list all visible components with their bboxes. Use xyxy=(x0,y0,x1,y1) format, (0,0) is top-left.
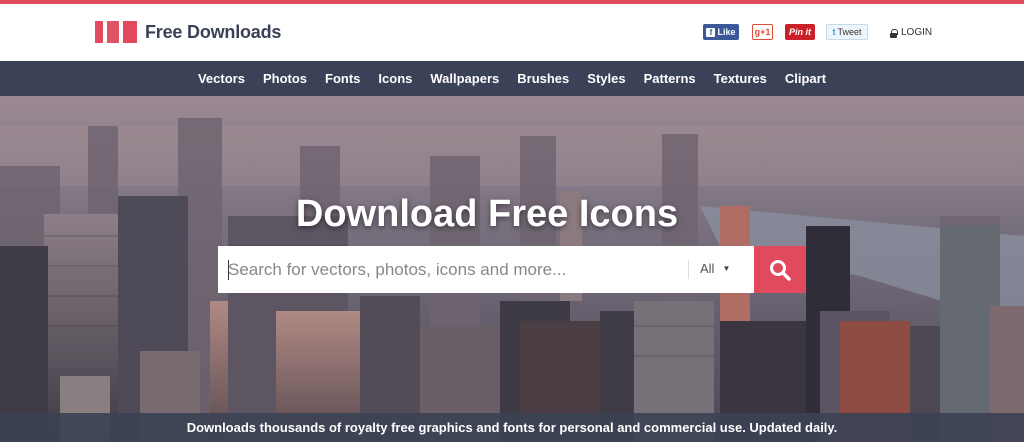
site-logo[interactable]: Free Downloads xyxy=(95,20,281,44)
nav-item-textures[interactable]: Textures xyxy=(705,71,776,86)
facebook-like-label: Like xyxy=(717,27,736,37)
tweet-label: Tweet xyxy=(837,27,862,37)
nav-item-styles[interactable]: Styles xyxy=(578,71,634,86)
nav-item-wallpapers[interactable]: Wallpapers xyxy=(421,71,508,86)
search-bar: All ▼ xyxy=(218,246,754,293)
nav-item-icons[interactable]: Icons xyxy=(369,71,421,86)
header: Free Downloads f Like g+1 Pin it t Tweet… xyxy=(0,4,1024,61)
facebook-like-button[interactable]: f Like xyxy=(703,24,739,40)
hero-banner: Download Free Icons All ▼ Downloads thou… xyxy=(0,96,1024,442)
nav-item-vectors[interactable]: Vectors xyxy=(189,71,254,86)
nav-item-fonts[interactable]: Fonts xyxy=(316,71,369,86)
google-plus-label: g+1 xyxy=(754,27,771,37)
login-link[interactable]: LOGIN xyxy=(890,27,932,38)
nav-item-photos[interactable]: Photos xyxy=(254,71,316,86)
pinterest-label: Pin it xyxy=(789,27,811,37)
tweet-button[interactable]: t Tweet xyxy=(826,24,868,40)
text-cursor xyxy=(228,260,229,280)
lock-icon xyxy=(890,28,898,38)
pinterest-button[interactable]: Pin it xyxy=(785,24,815,40)
category-select[interactable]: All ▼ xyxy=(700,261,730,276)
search-input[interactable] xyxy=(228,246,678,293)
search-divider xyxy=(688,260,689,279)
category-selected-value: All xyxy=(700,261,715,276)
twitter-icon: t xyxy=(832,27,836,37)
nav-item-clipart[interactable]: Clipart xyxy=(776,71,835,86)
login-label: LOGIN xyxy=(901,27,933,38)
chevron-down-icon: ▼ xyxy=(722,264,731,273)
google-plus-button[interactable]: g+1 xyxy=(752,24,773,40)
main-nav: Vectors Photos Fonts Icons Wallpapers Br… xyxy=(0,61,1024,96)
logo-icon xyxy=(95,21,137,43)
facebook-icon: f xyxy=(706,27,716,37)
search-icon xyxy=(770,259,791,281)
brand-name: Free Downloads xyxy=(145,21,282,42)
hero-title: Download Free Icons xyxy=(295,193,679,235)
nav-item-brushes[interactable]: Brushes xyxy=(508,71,578,86)
tagline: Downloads thousands of royalty free grap… xyxy=(0,413,1024,442)
nav-item-patterns[interactable]: Patterns xyxy=(635,71,705,86)
search-button[interactable] xyxy=(754,246,806,293)
